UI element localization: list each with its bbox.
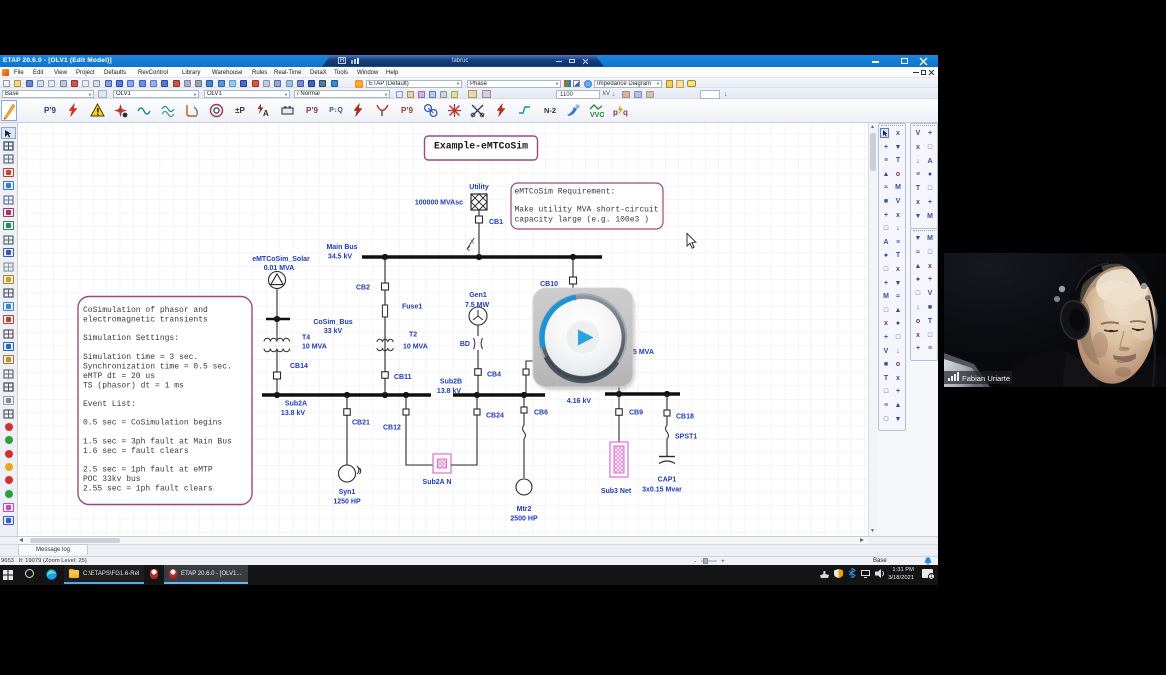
svg-text:Example-eMTCoSim: Example-eMTCoSim (434, 141, 528, 152)
svg-text:Main Bus: Main Bus (326, 244, 357, 251)
svg-text:CB12: CB12 (383, 425, 401, 432)
svg-text:13.8 kV: 13.8 kV (437, 388, 461, 395)
svg-text:3x0.15 Mvar: 3x0.15 Mvar (642, 487, 682, 494)
svg-text:33 kV: 33 kV (324, 328, 343, 335)
svg-text:2500 HP: 2500 HP (510, 516, 538, 523)
svg-text:CAP1: CAP1 (658, 477, 677, 484)
svg-text:Simulation Settings:: Simulation Settings: (83, 334, 179, 343)
svg-text:p: p (613, 108, 618, 117)
svg-text:CB18: CB18 (676, 414, 694, 421)
svg-text:Sub2A: Sub2A (285, 401, 307, 408)
svg-text:Make utility MVA short-circuit: Make utility MVA short-circuit (515, 206, 659, 215)
svg-text:4.16 kV: 4.16 kV (567, 398, 591, 405)
svg-text:Syn1: Syn1 (339, 489, 356, 496)
svg-text:T2: T2 (409, 332, 417, 339)
svg-text:Fuse1: Fuse1 (402, 304, 422, 311)
svg-text:Sub2B: Sub2B (440, 379, 462, 386)
svg-text:10 MVA: 10 MVA (302, 344, 327, 351)
svg-text:CB1: CB1 (489, 219, 503, 226)
svg-text:Event List:: Event List: (83, 400, 136, 409)
svg-text:CB11: CB11 (394, 374, 412, 381)
svg-text:eMTCoSim_Solar: eMTCoSim_Solar (252, 256, 310, 263)
svg-text:34.5 kV: 34.5 kV (328, 254, 352, 261)
svg-text:7.5 MW: 7.5 MW (465, 302, 490, 309)
svg-text:Synchronization time = 0.5 sec: Synchronization time = 0.5 sec. (83, 363, 232, 372)
svg-text:T4: T4 (302, 335, 310, 342)
svg-text:q: q (623, 108, 628, 117)
svg-text:100000 MVAsc: 100000 MVAsc (415, 200, 463, 207)
svg-text:POC 33kv bus: POC 33kv bus (83, 475, 141, 484)
svg-text:10 MVA: 10 MVA (403, 344, 428, 351)
svg-text:Simulation time = 3 sec.: Simulation time = 3 sec. (83, 353, 198, 362)
svg-text:Utility: Utility (469, 184, 489, 191)
svg-text:CB9: CB9 (629, 410, 643, 417)
svg-text:Fabian Uriarte: Fabian Uriarte (962, 374, 1010, 383)
svg-text:SPST1: SPST1 (675, 434, 697, 441)
svg-text:Sub2A N: Sub2A N (423, 479, 452, 486)
svg-text:CB2: CB2 (356, 285, 370, 292)
svg-text:TS (phasor) dt = 1 ms: TS (phasor) dt = 1 ms (83, 382, 184, 391)
svg-text:1250 HP: 1250 HP (333, 499, 361, 506)
svg-text:Mtr2: Mtr2 (517, 506, 532, 513)
svg-text:A: A (263, 109, 269, 118)
svg-text:CB24: CB24 (486, 413, 504, 420)
svg-text:eMTP dt = 20 us: eMTP dt = 20 us (83, 372, 155, 381)
svg-text:eMTCoSim Requirement:: eMTCoSim Requirement: (515, 188, 616, 197)
svg-text:CB10: CB10 (540, 281, 558, 288)
svg-text:2.5 sec = 1ph fault at eMTP: 2.5 sec = 1ph fault at eMTP (83, 466, 213, 475)
svg-text:13.8 kV: 13.8 kV (281, 410, 305, 417)
svg-text:1.5 sec = 3ph fault at Main Bu: 1.5 sec = 3ph fault at Main Bus (83, 438, 232, 447)
svg-text:0.01 MVA: 0.01 MVA (264, 265, 295, 272)
svg-text:Sub3 Net: Sub3 Net (601, 488, 632, 495)
svg-text:5 MVA: 5 MVA (633, 349, 654, 356)
svg-text:CoSim_Bus: CoSim_Bus (313, 319, 352, 326)
svg-text:0.5 sec = CoSimulation begins: 0.5 sec = CoSimulation begins (83, 419, 222, 428)
svg-text:1.6 sec = fault clears: 1.6 sec = fault clears (83, 447, 189, 456)
svg-text:CB4: CB4 (487, 372, 501, 379)
svg-text:VVO: VVO (590, 112, 604, 118)
svg-text:CB6: CB6 (534, 410, 548, 417)
svg-text:CoSimulation of phasor and: CoSimulation of phasor and (83, 306, 208, 315)
svg-text:2.55 sec = 1ph fault clears: 2.55 sec = 1ph fault clears (83, 485, 213, 494)
svg-text:Gen1: Gen1 (469, 292, 487, 299)
svg-text:capacity large (e.g. 100e3 ): capacity large (e.g. 100e3 ) (515, 216, 649, 225)
svg-text:BD: BD (460, 341, 470, 348)
svg-text:CB14: CB14 (290, 363, 308, 370)
svg-text:CB21: CB21 (352, 420, 370, 427)
svg-text:electromagnetic transients: electromagnetic transients (83, 316, 208, 325)
